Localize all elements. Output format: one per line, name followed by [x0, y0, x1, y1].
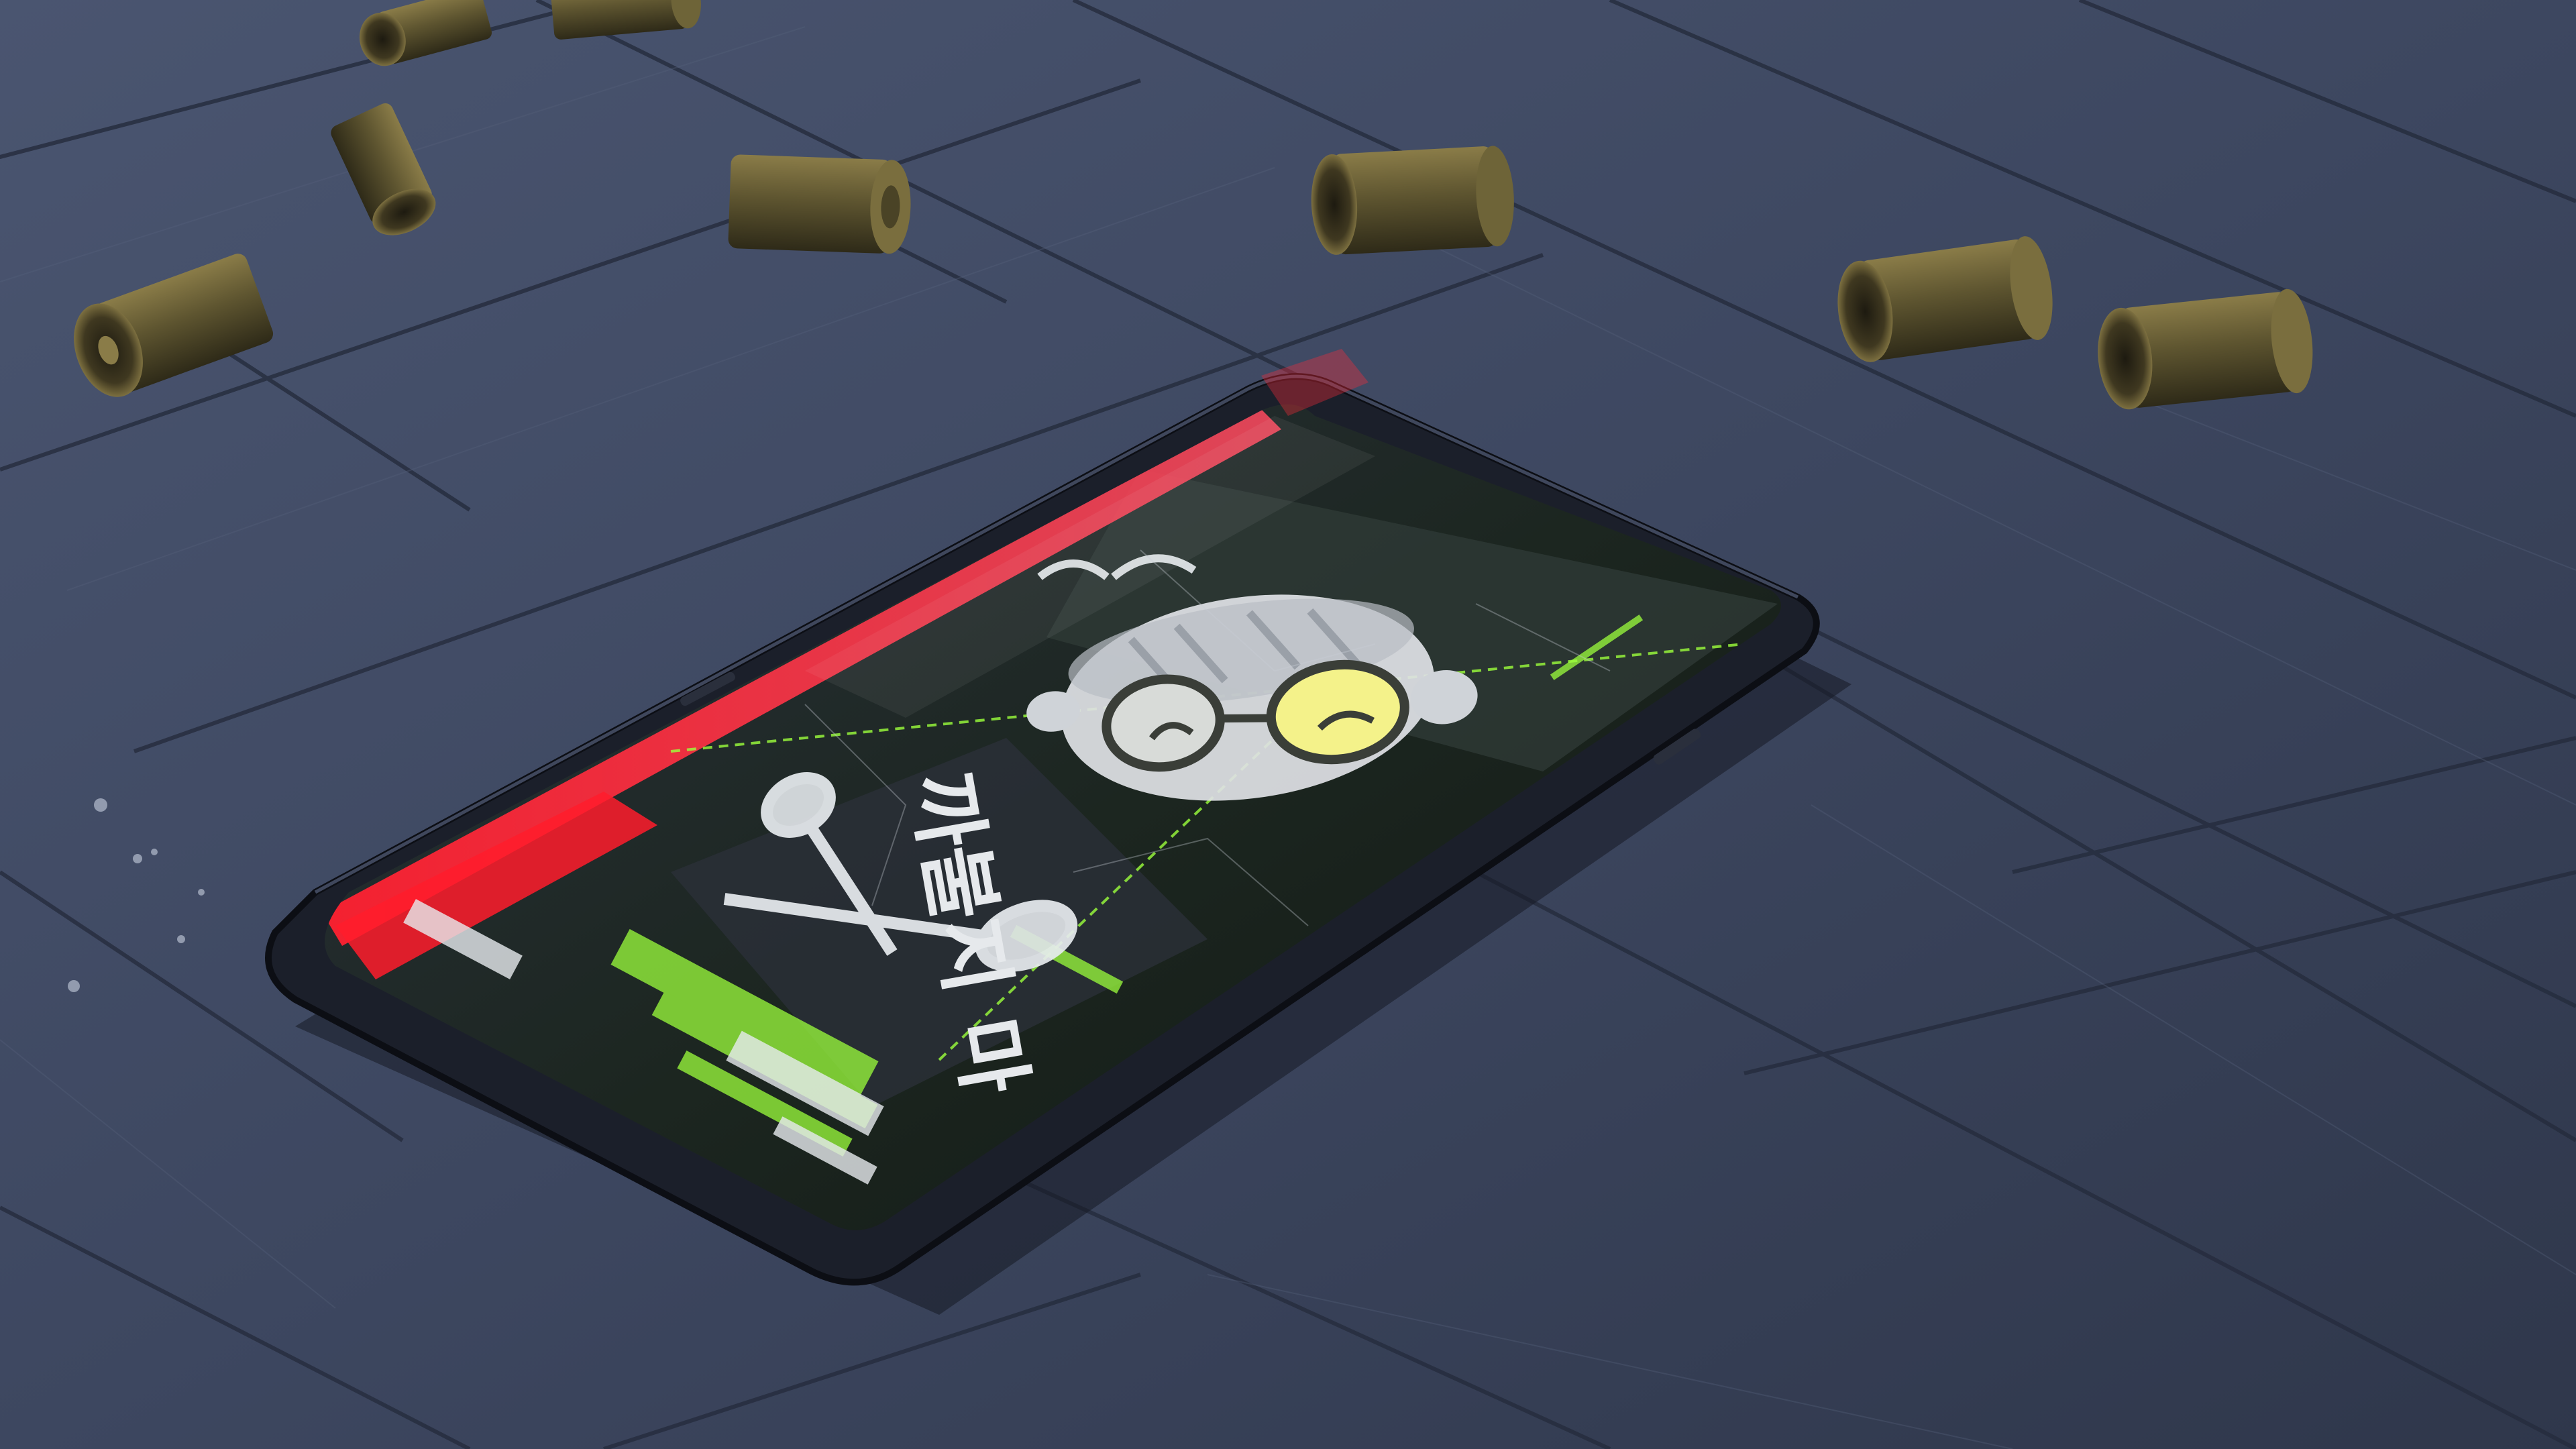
scene-canvas: 까불지 마	[0, 0, 2576, 1449]
bullet-casing	[1311, 146, 1514, 255]
bullet-casing	[728, 154, 911, 254]
